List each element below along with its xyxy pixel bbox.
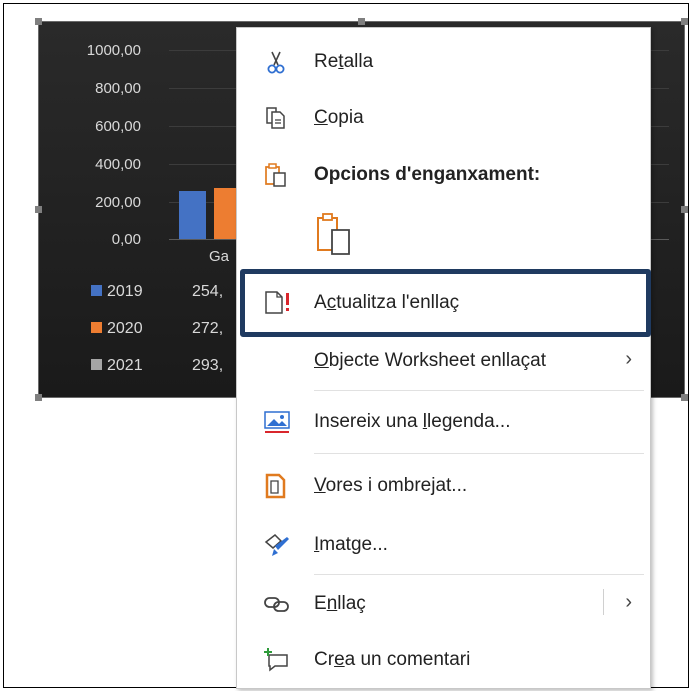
table-value: 254, [192, 283, 224, 300]
menu-item-label: Copia [314, 107, 364, 128]
y-tick-label: 0,00 [111, 231, 141, 248]
menu-separator [314, 453, 644, 454]
resize-handle[interactable] [681, 206, 688, 213]
paste-keep-source-button[interactable] [315, 211, 355, 257]
menu-separator [314, 390, 644, 391]
resize-handle[interactable] [358, 18, 365, 25]
legend-2019: 2019 [91, 283, 143, 301]
borders-icon [263, 473, 289, 499]
bar-2020 [214, 188, 236, 239]
resize-handle[interactable] [35, 206, 42, 213]
chevron-right-icon[interactable]: › [625, 591, 632, 614]
update-link-highlight-box [240, 269, 651, 337]
table-value: 293, [192, 357, 224, 374]
resize-handle[interactable] [35, 394, 42, 401]
menu-item-label: Enllaç [314, 593, 366, 614]
y-tick-label: 600,00 [95, 118, 141, 135]
scissors-icon [263, 49, 289, 75]
legend-2020: 2020 [91, 320, 143, 338]
caption-image-icon [263, 409, 290, 435]
y-tick-label: 1000,00 [86, 42, 141, 59]
context-menu: Retalla Copia Opcions d'enganxament: Act… [236, 27, 651, 689]
copy-icon [263, 105, 289, 131]
menu-item-linked-worksheet-object[interactable]: Objecte Worksheet enllaçat › [237, 340, 650, 380]
y-tick-label: 800,00 [95, 80, 141, 97]
menu-separator [314, 574, 644, 575]
menu-item-label: Insereix una llegenda... [314, 411, 511, 432]
menu-item-label: Retalla [314, 51, 374, 72]
format-picture-icon [263, 532, 289, 558]
menu-item-label: Imatge... [314, 534, 388, 555]
menu-item-link[interactable]: Enllaç › [237, 583, 650, 623]
resize-handle[interactable] [681, 18, 688, 25]
menu-item-label: Crea un comentari [314, 649, 471, 670]
menu-item-new-comment[interactable]: Crea un comentari [237, 639, 650, 679]
menu-section-paste-options: Opcions d'enganxament: [237, 154, 650, 194]
legend-label: 2021 [107, 357, 143, 374]
menu-item-copy[interactable]: Copia [237, 97, 650, 137]
legend-swatch [91, 359, 102, 370]
paste-icon [263, 162, 289, 188]
y-tick-label: 400,00 [95, 156, 141, 173]
menu-item-borders-shading[interactable]: Vores i ombrejat... [237, 465, 650, 505]
bar-2019 [179, 191, 206, 239]
category-label: Ga [209, 248, 230, 265]
menu-item-insert-caption[interactable]: Insereix una llegenda... [237, 401, 650, 441]
legend-swatch [91, 322, 102, 333]
legend-label: 2020 [107, 320, 143, 337]
link-icon [263, 591, 289, 617]
menu-item-label: Vores i ombrejat... [314, 475, 468, 496]
y-tick-label: 200,00 [95, 194, 141, 211]
legend-2021: 2021 [91, 357, 143, 375]
paste-picture-icon [315, 213, 355, 261]
resize-handle[interactable] [681, 394, 688, 401]
legend-label: 2019 [107, 283, 143, 300]
resize-handle[interactable] [35, 18, 42, 25]
menu-item-cut[interactable]: Retalla [237, 41, 650, 81]
legend-swatch [91, 285, 102, 296]
split-divider [603, 589, 604, 615]
paste-options-heading: Opcions d'enganxament: [314, 164, 541, 185]
table-value: 272, [192, 320, 224, 337]
new-comment-icon [263, 647, 289, 673]
menu-item-label: Objecte Worksheet enllaçat [314, 350, 546, 371]
menu-item-image[interactable]: Imatge... [237, 524, 650, 564]
chevron-right-icon: › [625, 348, 632, 370]
